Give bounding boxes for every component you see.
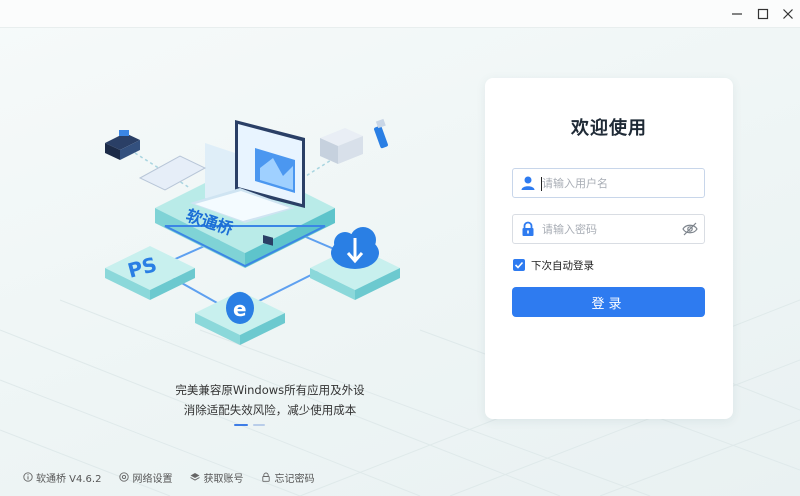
- carousel-dot-active[interactable]: [234, 424, 248, 426]
- ie-badge-text: e: [233, 297, 247, 321]
- minimize-icon: [732, 13, 742, 15]
- auto-login-label: 下次自动登录: [531, 259, 594, 272]
- forgot-password-link[interactable]: 忘记密码: [261, 470, 314, 485]
- slogan-line-2: 消除适配失效风险，减少使用成本: [183, 403, 357, 417]
- auto-login-checkbox[interactable]: 下次自动登录: [513, 257, 594, 273]
- password-field[interactable]: [512, 214, 705, 244]
- network-icon: [119, 472, 130, 482]
- forgot-password-label: 忘记密码: [274, 473, 315, 485]
- title-bar: [0, 0, 800, 28]
- minimize-button[interactable]: [726, 4, 748, 24]
- slogan: 完美兼容原Windows所有应用及外设 消除适配失效风险，减少使用成本: [150, 380, 390, 420]
- layers-icon: [190, 473, 201, 481]
- lock-icon: [522, 221, 534, 236]
- eye-hidden-icon[interactable]: [682, 222, 698, 236]
- maximize-icon: [757, 8, 769, 20]
- close-button[interactable]: [777, 4, 799, 24]
- login-button[interactable]: 登录: [512, 287, 705, 317]
- version-text: 软通桥 V4.6.2: [36, 473, 102, 485]
- network-settings-label: 网络设置: [132, 473, 173, 485]
- network-settings-link[interactable]: 网络设置: [119, 470, 172, 485]
- get-account-label: 获取账号: [203, 473, 244, 485]
- printer-graphic: [320, 128, 363, 164]
- ps-tile: PS: [105, 246, 195, 300]
- user-icon: [521, 176, 535, 190]
- maximize-button[interactable]: [752, 4, 774, 24]
- get-account-link[interactable]: 获取账号: [190, 470, 243, 485]
- close-icon: [783, 9, 793, 19]
- username-field[interactable]: [512, 168, 705, 198]
- info-icon: [23, 472, 33, 482]
- slogan-line-1: 完美兼容原Windows所有应用及外设: [175, 383, 365, 397]
- footer: 软通桥 V4.6.2 网络设置 获取账号 忘记密码: [23, 470, 332, 485]
- login-card: 欢迎使用 下次自动登录 登录: [485, 78, 733, 419]
- check-icon: [514, 261, 524, 269]
- scanner-graphic: [105, 130, 140, 160]
- carousel-dot[interactable]: [253, 424, 265, 426]
- checkbox-checked[interactable]: [513, 259, 525, 271]
- keyboard-graphic: [138, 155, 207, 191]
- login-title: 欢迎使用: [571, 118, 647, 139]
- version-info: 软通桥 V4.6.2: [23, 470, 101, 485]
- lock-small-icon: [262, 472, 271, 482]
- password-input[interactable]: [542, 219, 682, 239]
- cloud-tile: [310, 227, 400, 300]
- carousel-indicators: [234, 424, 265, 426]
- usb-graphic: [374, 118, 388, 149]
- username-input[interactable]: [542, 173, 682, 193]
- product-illustration: 软通桥 PS e: [95, 108, 425, 358]
